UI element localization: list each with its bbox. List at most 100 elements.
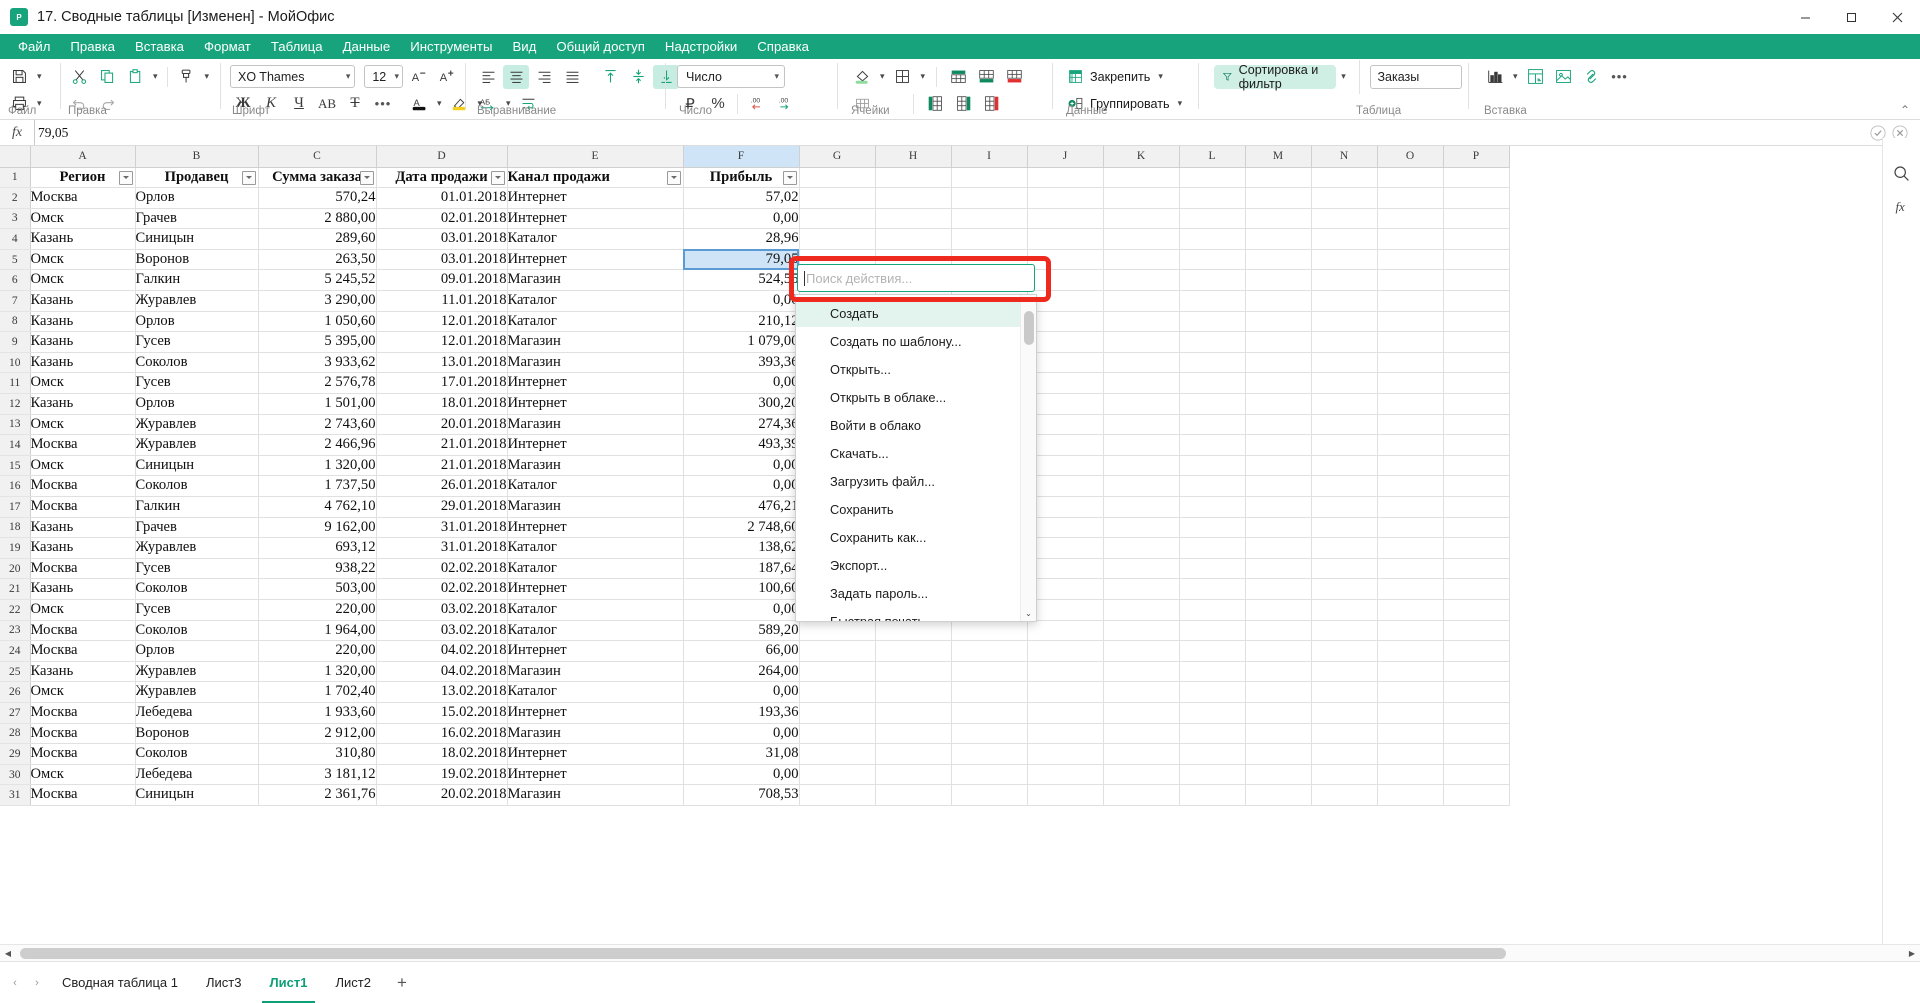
row-header[interactable]: 18 (0, 517, 31, 539)
grid-cell[interactable] (1245, 681, 1312, 703)
grid-cell[interactable] (1443, 269, 1510, 292)
command-palette-item[interactable]: Открыть в облаке... (796, 383, 1020, 411)
table-row[interactable]: 11 Омск Гусев 2 576,78 17.01.2018 Интернет 0,0… (0, 372, 1510, 395)
fill-color-dropdown-caret[interactable]: ▾ (877, 65, 888, 89)
table-row[interactable]: 19 Казань Журавлев 693,12 31.01.2018 Каталог 1… (0, 537, 1510, 559)
cell-region[interactable]: Казань (30, 393, 136, 415)
cell-date[interactable]: 03.01.2018 (376, 249, 508, 271)
grid-cell[interactable] (1245, 578, 1312, 600)
cell-seller[interactable]: Синицын (135, 455, 259, 477)
table-row[interactable]: 26 Омск Журавлев 1 702,40 13.02.2018 Каталог 0… (0, 681, 1510, 703)
cell-seller[interactable]: Журавлев (135, 290, 259, 312)
grid-cell[interactable] (875, 187, 952, 209)
command-palette-menu[interactable]: Создать Создать по шаблону... Открыть... От… (795, 294, 1037, 622)
cell-seller[interactable]: Орлов (135, 393, 259, 415)
grid-cell[interactable] (1377, 311, 1444, 333)
cell-profit[interactable]: 187,64 (683, 558, 800, 580)
cell-amount[interactable]: 570,24 (258, 187, 377, 209)
cell-date[interactable]: 02.02.2018 (376, 558, 508, 580)
grid-cell[interactable] (1245, 455, 1312, 477)
filter-dropdown-icon[interactable] (666, 170, 681, 185)
cell-channel[interactable]: Каталог (507, 558, 684, 580)
grid-cell[interactable] (1179, 372, 1246, 395)
grid-cell[interactable] (1103, 640, 1180, 662)
grid-cell[interactable] (1103, 455, 1180, 477)
cell-channel[interactable]: Каталог (507, 475, 684, 497)
grid-cell[interactable] (1103, 208, 1180, 230)
grid-cell[interactable] (1027, 434, 1104, 456)
grid-cell[interactable] (1103, 517, 1180, 539)
grid-cell[interactable] (1245, 249, 1312, 271)
cut-icon[interactable] (66, 65, 92, 89)
cell-date[interactable]: 20.01.2018 (376, 414, 508, 436)
cell-profit[interactable]: 138,62 (683, 537, 800, 559)
cell-region[interactable]: Москва (30, 434, 136, 456)
grid-cell[interactable] (1027, 620, 1104, 642)
grid-cell[interactable] (1245, 599, 1312, 621)
grid-cell[interactable] (1311, 352, 1378, 374)
column-header-g[interactable]: G (799, 146, 876, 168)
column-header-b[interactable]: B (135, 146, 259, 168)
cell-date[interactable]: 04.02.2018 (376, 661, 508, 683)
cell-channel[interactable]: Каталог (507, 228, 684, 250)
grid-cell[interactable] (1311, 414, 1378, 436)
cell-profit[interactable]: 393,36 (683, 352, 800, 374)
align-justify-icon[interactable] (559, 65, 585, 89)
cell-seller[interactable]: Грачев (135, 517, 259, 539)
grid-cell[interactable] (1443, 558, 1510, 580)
cell-channel[interactable]: Магазин (507, 269, 684, 292)
increase-decimal-icon[interactable]: .00 (772, 92, 798, 116)
cell-profit[interactable]: 0,00 (683, 723, 800, 745)
grid-cell[interactable] (1311, 743, 1378, 765)
table-row[interactable]: 2 Москва Орлов 570,24 01.01.2018 Интернет 57,0… (0, 187, 1510, 209)
grid-cell[interactable] (1377, 537, 1444, 559)
table-name-input[interactable]: Заказы (1369, 64, 1462, 89)
grid-cell[interactable] (1311, 661, 1378, 683)
grid-cell[interactable] (1179, 558, 1246, 580)
row-header[interactable]: 30 (0, 764, 31, 786)
row-header[interactable]: 13 (0, 414, 31, 436)
cell-date[interactable]: 11.01.2018 (376, 290, 508, 312)
grid-cell[interactable] (875, 764, 952, 786)
cell-seller[interactable]: Журавлев (135, 537, 259, 559)
change-case-icon[interactable]: АВ (314, 92, 340, 116)
cell-profit[interactable]: 0,00 (683, 681, 800, 703)
grid-cell[interactable] (1245, 640, 1312, 662)
cell-date[interactable]: 02.01.2018 (376, 208, 508, 230)
grid-cell[interactable] (1179, 743, 1246, 765)
cell-amount[interactable]: 2 912,00 (258, 723, 377, 745)
grid-cell[interactable] (1027, 723, 1104, 745)
row-header[interactable]: 24 (0, 640, 31, 662)
grid-cell[interactable] (1245, 537, 1312, 559)
grid-cell[interactable] (1179, 496, 1246, 518)
grid-cell[interactable] (1179, 414, 1246, 436)
grid-cell[interactable] (1103, 702, 1180, 724)
grid-cell[interactable] (875, 723, 952, 745)
cell-channel[interactable]: Каталог (507, 290, 684, 312)
grid-cell[interactable] (1311, 187, 1378, 209)
cell-channel[interactable]: Магазин (507, 784, 684, 806)
table-row[interactable]: 5 Омск Воронов 263,50 03.01.2018 Интернет 79,0… (0, 249, 1510, 271)
command-palette-scrollbar[interactable]: ⌃ ⌄ (1020, 295, 1036, 621)
table-row[interactable]: 20 Москва Гусев 938,22 02.02.2018 Каталог 187,… (0, 558, 1510, 580)
row-header[interactable]: 31 (0, 784, 31, 806)
column-header-a[interactable]: A (30, 146, 136, 168)
delete-row-icon[interactable] (1001, 65, 1027, 89)
cell-profit[interactable]: 1 079,00 (683, 331, 800, 353)
insert-chart-dropdown-caret[interactable]: ▾ (1510, 65, 1521, 89)
cell-profit[interactable]: 0,00 (683, 290, 800, 312)
grid-cell[interactable] (1245, 517, 1312, 539)
grid-cell[interactable] (1103, 187, 1180, 209)
align-top-icon[interactable] (597, 65, 623, 89)
sort-filter-button[interactable]: Сортировка и фильтр (1214, 63, 1337, 91)
cell-seller[interactable]: Соколов (135, 352, 259, 374)
row-header[interactable]: 7 (0, 290, 31, 312)
menu-item-addins[interactable]: Надстройки (655, 35, 747, 59)
cell-seller[interactable]: Галкин (135, 269, 259, 292)
cell-profit[interactable]: 0,00 (683, 455, 800, 477)
add-sheet-button[interactable]: + (385, 973, 419, 993)
grid-cell[interactable] (1377, 558, 1444, 580)
grid-cell[interactable] (1103, 372, 1180, 395)
grid-cell[interactable] (875, 640, 952, 662)
borders-icon[interactable] (890, 65, 916, 89)
